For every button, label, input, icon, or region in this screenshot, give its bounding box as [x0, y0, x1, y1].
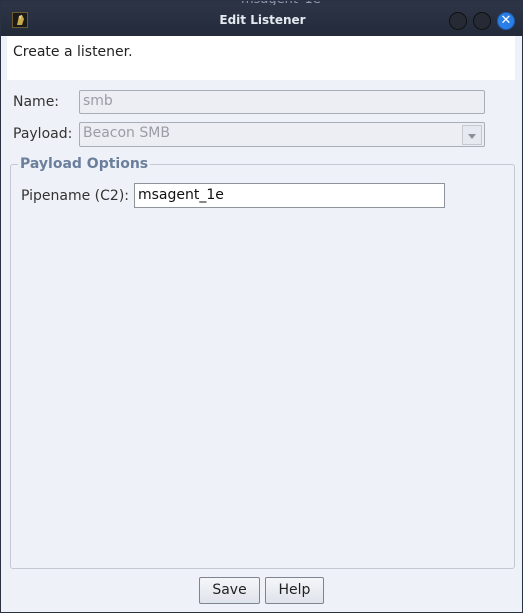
description-banner: Create a listener.	[7, 36, 515, 80]
payload-label: Payload:	[13, 126, 73, 142]
edit-listener-window: msagent_1e Edit Listener ✕ Create a list…	[0, 0, 523, 613]
minimize-icon[interactable]	[449, 12, 467, 30]
description-text: Create a listener.	[13, 44, 133, 60]
pipename-label: Pipename (C2):	[21, 188, 130, 204]
payload-options-legend: Payload Options	[18, 156, 151, 172]
maximize-icon[interactable]	[473, 12, 491, 30]
window-title: Edit Listener	[219, 13, 306, 27]
save-button[interactable]: Save	[199, 577, 260, 604]
payload-selected-value: Beacon SMB	[83, 125, 170, 141]
close-icon[interactable]: ✕	[497, 12, 515, 30]
name-label: Name:	[13, 94, 60, 110]
help-button[interactable]: Help	[265, 577, 324, 604]
name-field[interactable]: smb	[79, 90, 485, 114]
title-bar[interactable]: Edit Listener ✕	[1, 5, 523, 36]
payload-select[interactable]: Beacon SMB	[79, 122, 485, 147]
payload-options-group	[10, 164, 515, 569]
pipename-input[interactable]: msagent_1e	[134, 183, 445, 208]
dropdown-arrow-icon[interactable]	[462, 125, 482, 145]
